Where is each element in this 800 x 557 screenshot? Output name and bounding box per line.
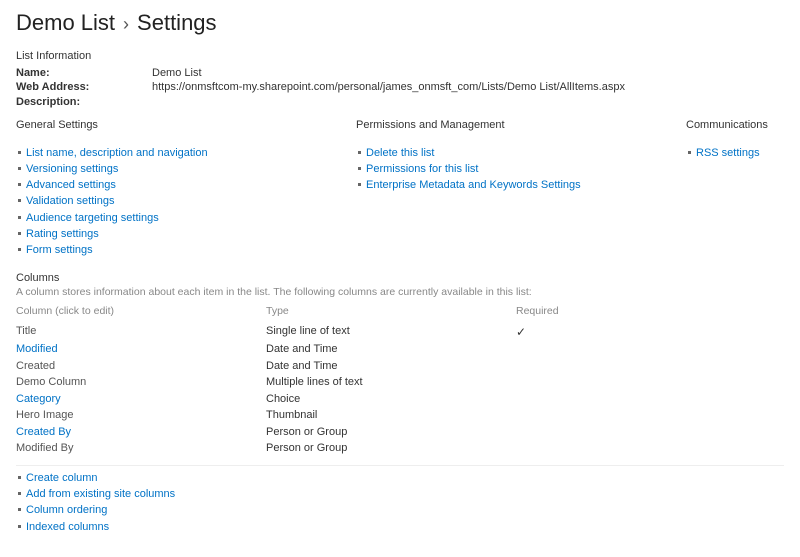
column-name-link[interactable]: Modified (16, 343, 58, 355)
permissions-link[interactable]: Permissions for this list (366, 163, 478, 175)
column-type: Multiple lines of text (266, 374, 516, 391)
breadcrumb: Demo List › Settings (16, 0, 784, 44)
table-row: Demo ColumnMultiple lines of text (16, 374, 784, 391)
list-info-value: Demo List (152, 66, 202, 80)
permissions-item: Permissions for this list (358, 163, 686, 176)
general-settings-item: Form settings (18, 244, 356, 257)
list-info-row: Web Address:https://onmsftcom-my.sharepo… (16, 80, 784, 94)
general-settings-item: Advanced settings (18, 179, 356, 192)
column-type: Choice (266, 391, 516, 408)
column-name[interactable]: Modified By (16, 440, 266, 457)
general-settings-link[interactable]: Validation settings (26, 195, 114, 207)
general-settings-heading: General Settings (16, 119, 356, 131)
settings-grid: General Settings List name, description … (16, 119, 784, 260)
column-name[interactable]: Title (16, 323, 266, 342)
list-info-value: https://onmsftcom-my.sharepoint.com/pers… (152, 80, 625, 94)
column-type: Person or Group (266, 424, 516, 441)
communications-col: Communications RSS settings (686, 119, 784, 260)
general-settings-link[interactable]: Audience targeting settings (26, 212, 159, 224)
column-action-link[interactable]: Column ordering (26, 504, 107, 516)
column-action-item: Create column (18, 472, 784, 485)
table-row: Hero ImageThumbnail (16, 407, 784, 424)
list-info-row: Name:Demo List (16, 66, 784, 80)
table-row: Modified ByPerson or Group (16, 440, 784, 457)
columns-table-header: Column (click to edit) Type Required (16, 304, 784, 320)
list-info-row: Description: (16, 95, 784, 109)
column-required (516, 440, 596, 457)
communications-links: RSS settings (686, 147, 784, 160)
general-settings-item: Rating settings (18, 228, 356, 241)
general-settings-link[interactable]: Rating settings (26, 228, 99, 240)
column-required (516, 358, 596, 375)
column-name-link[interactable]: Category (16, 393, 61, 405)
column-type: Date and Time (266, 358, 516, 375)
permissions-col: Permissions and Management Delete this l… (356, 119, 686, 260)
general-settings-links: List name, description and navigation Ver… (16, 147, 356, 257)
permissions-links: Delete this list Permissions for this lis… (356, 147, 686, 193)
column-required (516, 341, 596, 358)
table-row: TitleSingle line of text✓ (16, 323, 784, 342)
column-name[interactable]: Hero Image (16, 407, 266, 424)
general-settings-item: List name, description and navigation (18, 147, 356, 160)
communications-link[interactable]: RSS settings (696, 147, 760, 159)
communications-item: RSS settings (688, 147, 784, 160)
column-name[interactable]: Demo Column (16, 374, 266, 391)
check-icon: ✓ (516, 325, 526, 339)
permissions-item: Enterprise Metadata and Keywords Setting… (358, 179, 686, 192)
columns-description: A column stores information about each i… (16, 286, 784, 298)
breadcrumb-separator: › (123, 14, 129, 35)
column-name[interactable]: Created (16, 358, 266, 375)
column-type: Thumbnail (266, 407, 516, 424)
general-settings-link[interactable]: Advanced settings (26, 179, 116, 191)
general-settings-link[interactable]: Versioning settings (26, 163, 118, 175)
col-header-type: Type (266, 304, 516, 320)
general-settings-col: General Settings List name, description … (16, 119, 356, 260)
divider (16, 465, 784, 466)
column-type: Person or Group (266, 440, 516, 457)
column-action-item: Column ordering (18, 504, 784, 517)
breadcrumb-list-link[interactable]: Demo List (16, 10, 115, 36)
general-settings-link[interactable]: List name, description and navigation (26, 147, 208, 159)
column-action-link[interactable]: Create column (26, 472, 98, 484)
column-action-link[interactable]: Add from existing site columns (26, 488, 175, 500)
general-settings-item: Audience targeting settings (18, 212, 356, 225)
column-action-link[interactable]: Indexed columns (26, 521, 109, 533)
table-row: CreatedDate and Time (16, 358, 784, 375)
col-header-name: Column (click to edit) (16, 304, 266, 320)
general-settings-item: Validation settings (18, 195, 356, 208)
table-row: Category Choice (16, 391, 784, 408)
table-row: Modified Date and Time (16, 341, 784, 358)
communications-heading: Communications (686, 119, 784, 131)
list-info-label: Web Address: (16, 80, 152, 94)
column-action-item: Indexed columns (18, 521, 784, 534)
column-required (516, 424, 596, 441)
general-settings-link[interactable]: Form settings (26, 244, 93, 256)
list-info-label: Name: (16, 66, 152, 80)
columns-heading: Columns (16, 272, 784, 284)
list-info-label: Description: (16, 95, 152, 109)
page-title: Settings (137, 10, 217, 36)
column-actions: Create column Add from existing site colu… (16, 472, 784, 534)
permissions-heading: Permissions and Management (356, 119, 686, 131)
column-required (516, 391, 596, 408)
column-type: Date and Time (266, 341, 516, 358)
permissions-link[interactable]: Delete this list (366, 147, 434, 159)
permissions-link[interactable]: Enterprise Metadata and Keywords Setting… (366, 179, 581, 191)
columns-table-body: TitleSingle line of text✓ModifiedDate an… (16, 323, 784, 457)
column-required (516, 407, 596, 424)
column-type: Single line of text (266, 323, 516, 342)
col-header-required: Required (516, 304, 596, 320)
table-row: Created By Person or Group (16, 424, 784, 441)
column-action-item: Add from existing site columns (18, 488, 784, 501)
column-name-link[interactable]: Created By (16, 426, 71, 438)
permissions-item: Delete this list (358, 147, 686, 160)
list-info-table: Name:Demo ListWeb Address:https://onmsft… (16, 66, 784, 109)
general-settings-item: Versioning settings (18, 163, 356, 176)
column-required: ✓ (516, 323, 596, 342)
column-required (516, 374, 596, 391)
list-info-heading: List Information (16, 50, 784, 62)
